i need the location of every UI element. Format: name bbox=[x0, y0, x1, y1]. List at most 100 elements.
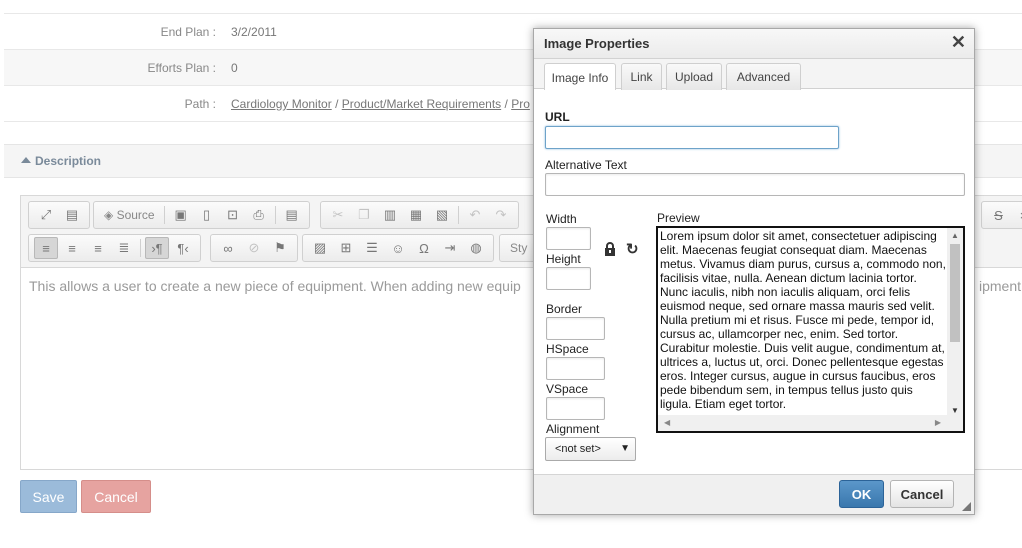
height-input[interactable] bbox=[546, 267, 591, 290]
new-page-icon[interactable]: ▯ bbox=[195, 204, 219, 226]
dialog-footer: OK Cancel bbox=[534, 474, 974, 514]
justify-icon[interactable]: ≣ bbox=[112, 237, 136, 259]
width-input[interactable] bbox=[546, 227, 591, 250]
toolbar-group-basicstyles: S × bbox=[981, 201, 1022, 229]
reset-size-icon[interactable]: ↻ bbox=[626, 240, 639, 258]
save-doc-icon[interactable]: ▣ bbox=[169, 204, 193, 226]
path-separator: / bbox=[504, 97, 508, 111]
ltr-icon[interactable]: ›¶ bbox=[145, 237, 169, 259]
align-left-icon[interactable]: ≡ bbox=[34, 237, 58, 259]
scroll-thumb[interactable] bbox=[950, 244, 960, 342]
scroll-right-icon[interactable]: ▶ bbox=[935, 418, 941, 427]
efforts-plan-label: Efforts Plan : bbox=[147, 61, 216, 75]
preview-horizontal-scrollbar[interactable]: ◀ ▶ bbox=[658, 415, 947, 431]
scrollbar-corner bbox=[947, 415, 963, 431]
source-label: Source bbox=[116, 208, 155, 222]
page-break-icon[interactable]: ⇥ bbox=[438, 237, 462, 259]
table-icon[interactable]: ⊞ bbox=[334, 237, 358, 259]
cancel-button[interactable]: Cancel bbox=[81, 480, 151, 513]
scroll-up-icon[interactable]: ▲ bbox=[951, 231, 959, 240]
preview-icon[interactable]: ⊡ bbox=[221, 204, 245, 226]
path-separator: / bbox=[335, 97, 339, 111]
special-char-icon[interactable]: Ω bbox=[412, 237, 436, 259]
height-label: Height bbox=[546, 252, 581, 266]
efforts-plan-value: 0 bbox=[231, 61, 238, 75]
description-title: Description bbox=[35, 154, 102, 168]
tab-upload[interactable]: Upload bbox=[666, 63, 722, 90]
source-button[interactable]: ◈ Source bbox=[98, 204, 161, 226]
iframe-globe-icon[interactable]: ◍ bbox=[464, 237, 488, 259]
alignment-label: Alignment bbox=[546, 422, 600, 436]
tab-advanced[interactable]: Advanced bbox=[726, 63, 801, 90]
preview-vertical-scrollbar[interactable]: ▲ ▼ bbox=[947, 228, 963, 417]
tab-image-info[interactable]: Image Info bbox=[544, 63, 616, 91]
undo-icon[interactable]: ↶ bbox=[463, 204, 487, 226]
toolbar-separator bbox=[163, 206, 165, 224]
dialog-cancel-button[interactable]: Cancel bbox=[890, 480, 954, 508]
scroll-left-icon[interactable]: ◀ bbox=[664, 418, 670, 427]
dialog-title-bar[interactable]: Image Properties ✕ bbox=[534, 29, 974, 59]
align-right-icon[interactable]: ≡ bbox=[86, 237, 110, 259]
link-icon[interactable]: ∞ bbox=[216, 237, 240, 259]
lock-ratio-icon[interactable] bbox=[603, 242, 617, 259]
path-breadcrumb: Cardiology Monitor / Product/Market Requ… bbox=[231, 97, 530, 111]
dialog-title: Image Properties bbox=[544, 36, 650, 51]
horizontal-rule-icon[interactable]: ☰ bbox=[360, 237, 384, 259]
maximize-icon[interactable]: ⤢ bbox=[34, 204, 58, 226]
redo-icon[interactable]: ↷ bbox=[489, 204, 513, 226]
subscript-icon[interactable]: × bbox=[1012, 204, 1022, 226]
paste-word-icon[interactable]: ▧ bbox=[430, 204, 454, 226]
editor-content-text-right: ipment bbox=[979, 278, 1022, 294]
toolbar-group-clipboard: ✂ ❐ ▥ ▦ ▧ ↶ ↷ bbox=[320, 201, 519, 229]
alignment-select[interactable]: <not set> ▼ bbox=[545, 437, 636, 461]
chevron-down-icon: ▼ bbox=[620, 443, 630, 454]
toolbar-group-view: ⤢ ▤ bbox=[28, 201, 90, 229]
paste-text-icon[interactable]: ▦ bbox=[404, 204, 428, 226]
paste-icon[interactable]: ▥ bbox=[378, 204, 402, 226]
path-link-pro[interactable]: Pro bbox=[511, 97, 530, 111]
tab-link[interactable]: Link bbox=[621, 63, 662, 90]
print-icon[interactable]: ⎙ bbox=[247, 204, 271, 226]
toolbar-group-links: ∞ ⊘ ⚑ bbox=[210, 234, 298, 262]
image-icon[interactable]: ▨ bbox=[308, 237, 332, 259]
preview-box: Lorem ipsum dolor sit amet, consectetuer… bbox=[656, 226, 965, 433]
anchor-flag-icon[interactable]: ⚑ bbox=[268, 237, 292, 259]
end-plan-value: 3/2/2011 bbox=[231, 25, 277, 39]
styles-label: Sty bbox=[510, 241, 528, 255]
save-button[interactable]: Save bbox=[20, 480, 77, 513]
hspace-label: HSpace bbox=[546, 342, 589, 356]
templates-icon[interactable]: ▤ bbox=[280, 204, 304, 226]
property-row-top bbox=[4, 0, 1022, 14]
alternative-text-input[interactable] bbox=[545, 173, 965, 196]
editor-content-text[interactable]: This allows a user to create a new piece… bbox=[29, 278, 521, 294]
smiley-icon[interactable]: ☺ bbox=[386, 237, 410, 259]
vspace-input[interactable] bbox=[546, 397, 605, 420]
dialog-body: URL Alternative Text Width Height ↻ Bord… bbox=[534, 90, 974, 476]
border-label: Border bbox=[546, 302, 583, 316]
image-properties-dialog: Image Properties ✕ Image Info Link Uploa… bbox=[533, 28, 975, 515]
resize-grip-icon[interactable] bbox=[962, 502, 971, 511]
alignment-value: <not set> bbox=[555, 443, 601, 455]
show-blocks-icon[interactable]: ▤ bbox=[60, 204, 84, 226]
path-label: Path : bbox=[184, 97, 216, 111]
close-icon[interactable]: ✕ bbox=[951, 33, 966, 51]
unlink-icon[interactable]: ⊘ bbox=[242, 237, 266, 259]
path-link-cardiology-monitor[interactable]: Cardiology Monitor bbox=[231, 97, 332, 111]
rtl-icon[interactable]: ¶‹ bbox=[171, 237, 195, 259]
collapse-triangle-icon bbox=[21, 157, 31, 163]
strikethrough-icon[interactable]: S bbox=[987, 204, 1010, 226]
toolbar-group-document: ◈ Source ▣ ▯ ⊡ ⎙ ▤ bbox=[93, 201, 310, 229]
scroll-down-icon[interactable]: ▼ bbox=[951, 406, 959, 415]
copy-icon[interactable]: ❐ bbox=[352, 204, 376, 226]
toolbar-separator bbox=[458, 206, 459, 224]
ok-button[interactable]: OK bbox=[839, 480, 884, 508]
cut-icon[interactable]: ✂ bbox=[326, 204, 350, 226]
toolbar-group-insert: ▨ ⊞ ☰ ☺ Ω ⇥ ◍ bbox=[302, 234, 494, 262]
border-input[interactable] bbox=[546, 317, 605, 340]
hspace-input[interactable] bbox=[546, 357, 605, 380]
toolbar-separator bbox=[140, 239, 141, 257]
align-center-icon[interactable]: ≡ bbox=[60, 237, 84, 259]
url-input[interactable] bbox=[545, 126, 839, 149]
width-label: Width bbox=[546, 212, 577, 226]
path-link-product-market-requirements[interactable]: Product/Market Requirements bbox=[342, 97, 501, 111]
